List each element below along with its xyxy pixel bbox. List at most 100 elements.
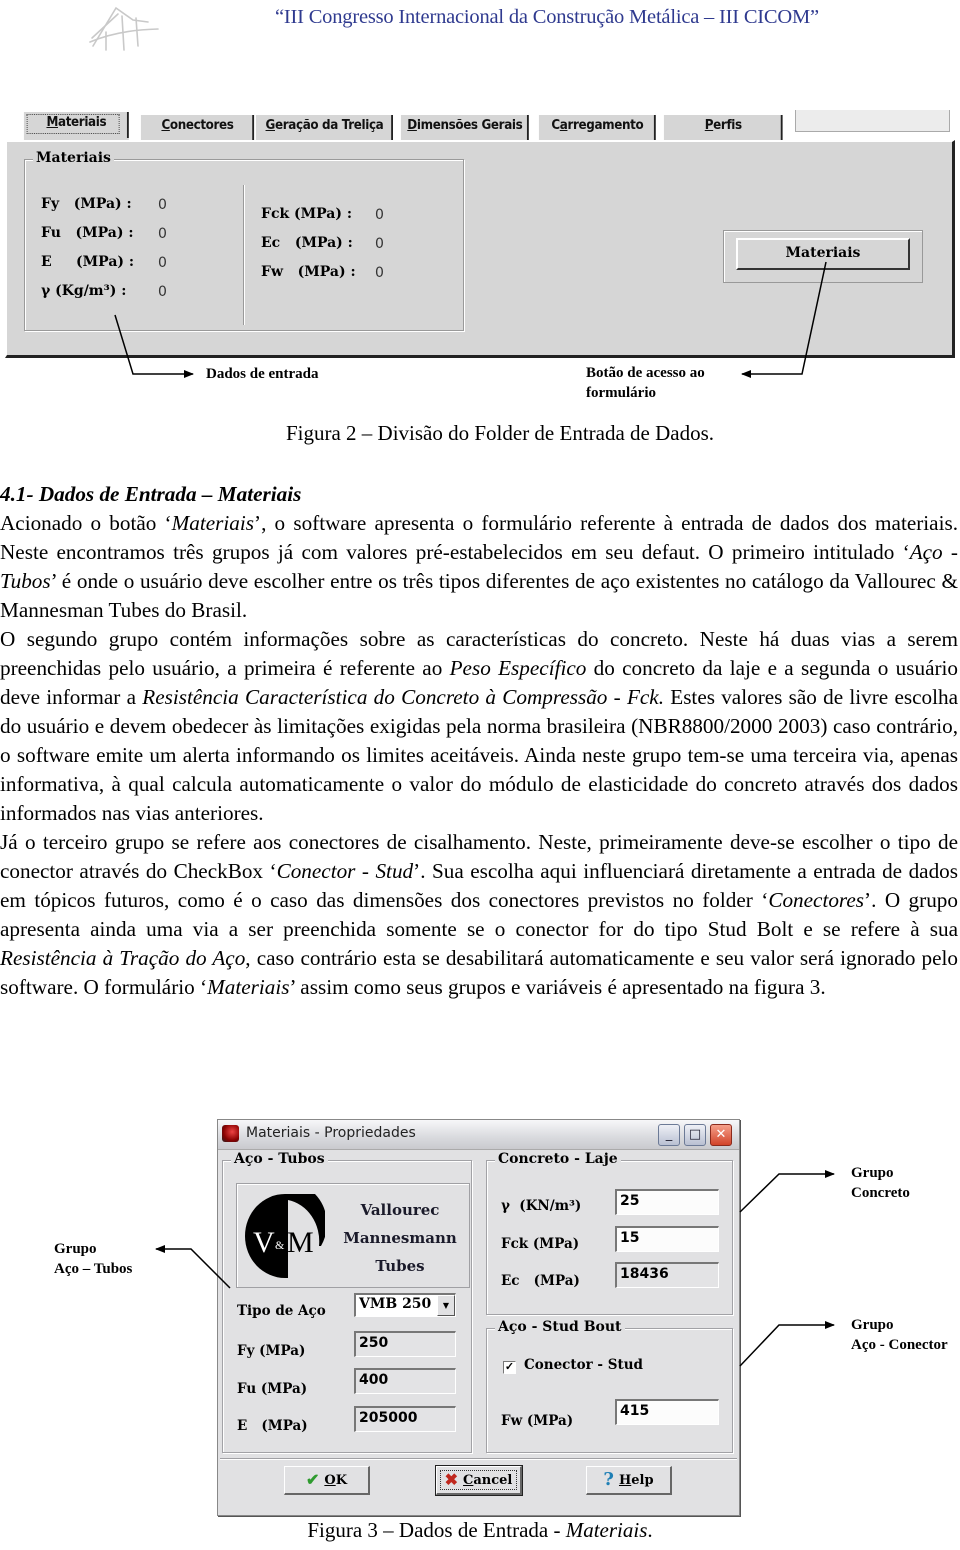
vm-logo-panel: V & M Vallourec Mannesmann Tubes (236, 1183, 470, 1288)
close-button[interactable]: ✕ (710, 1124, 732, 1146)
accel-key: P (704, 118, 714, 133)
tab-dimensoes-gerais[interactable]: Dimensões Gerais (400, 113, 529, 141)
accel-key: a (559, 118, 568, 133)
materiais-button[interactable]: Materiais (736, 238, 910, 270)
tipo-de-aco-select[interactable]: VMB 250 ▼ (354, 1293, 456, 1317)
annotation-botao-acesso: Botão de acesso ao formulário (586, 363, 705, 403)
annotation-line: Botão de acesso ao (586, 365, 705, 381)
selected-value: VMB 250 (359, 1296, 432, 1312)
label-fy: Fy (MPa) : (41, 196, 132, 212)
title-bar[interactable]: Materiais - Propriedades _ □ ✕ (218, 1120, 739, 1150)
section-heading: 4.1- Dados de Entrada – Materiais (0, 482, 302, 506)
annotation-grupo-aco-conector: Grupo Aço - Conector (851, 1315, 948, 1355)
paragraph-1: Acionado o botão ‘Materiais’, o software… (0, 509, 958, 625)
gamma-field[interactable]: 25 (615, 1189, 719, 1215)
e-field[interactable]: 205000 (354, 1406, 456, 1432)
tab-separator (252, 115, 255, 141)
fu-field[interactable]: 400 (354, 1368, 456, 1394)
checkbox-label[interactable]: Conector - Stud (524, 1357, 643, 1373)
text-run: ’ é onde o usuário deve escolher entre o… (0, 569, 958, 622)
emphasis: Materiais (207, 975, 290, 999)
figure-2-folder-screenshot: Materiais Conectores Geração da Treliça … (5, 110, 955, 360)
tab-strip-filler (795, 110, 950, 132)
group-title: Materiais (33, 150, 114, 166)
body-text: 4.1- Dados de Entrada – Materiais Aciona… (0, 480, 958, 1002)
fck-field[interactable]: 15 (615, 1226, 719, 1252)
annotation-line: Grupo (54, 1241, 97, 1257)
value-gamma: 0 (158, 284, 167, 300)
minimize-button[interactable]: _ (658, 1124, 680, 1146)
caption-text: Figura 3 – Dados de Entrada - (307, 1518, 566, 1542)
value-e: 0 (158, 255, 167, 271)
ec-field[interactable]: 18436 (615, 1262, 719, 1288)
accel-key: O (324, 1473, 336, 1488)
window-title: Materiais - Propriedades (246, 1125, 416, 1141)
focus-rect (26, 114, 120, 134)
fy-field[interactable]: 250 (354, 1331, 456, 1357)
label-fck: Fck (MPa) : (261, 206, 353, 222)
conector-stud-checkbox[interactable]: ✓ (503, 1361, 516, 1374)
text-run: Acionado o botão ‘ (0, 511, 172, 535)
help-button[interactable]: ? Help (586, 1466, 672, 1495)
label-fu: Fu (MPa) (237, 1381, 308, 1397)
focus-rect (440, 1470, 517, 1490)
value-ec: 0 (375, 236, 384, 252)
tab-conectores[interactable]: Conectores (140, 113, 255, 141)
text-run: ’ assim como seus grupos e variáveis é a… (289, 975, 826, 999)
emphasis: Conector - Stud (276, 859, 414, 883)
tab-separator (780, 115, 783, 141)
label-gamma: γ (KN/m³) (501, 1198, 582, 1214)
value-fu: 0 (158, 226, 167, 242)
arrow-grupo-concreto (739, 1170, 835, 1213)
tab-label: Dimensões Gerais (407, 118, 523, 133)
company-line: Vallourec (360, 1201, 440, 1219)
vm-logo-icon: V & M (245, 1194, 325, 1278)
emphasis: Materiais (171, 511, 255, 535)
annotation-dados-de-entrada: Dados de entrada (206, 366, 319, 382)
label-tipo-de-aco: Tipo de Aço (237, 1303, 326, 1319)
cancel-button[interactable]: ✖ Cancel (435, 1465, 523, 1496)
label-ec: Ec (MPa) : (261, 235, 353, 251)
figure-3-caption: Figura 3 – Dados de Entrada - Materiais. (0, 1518, 960, 1543)
tab-carregamento[interactable]: Carregamento (538, 113, 656, 141)
group-materiais: Materiais Fy (MPa) : 0 Fu (MPa) : 0 E (M… (24, 150, 464, 331)
company-name: Vallourec Mannesmann Tubes (335, 1196, 465, 1280)
annotation-line: Grupo (851, 1317, 894, 1333)
fw-field[interactable]: 415 (615, 1399, 719, 1425)
value-fw: 0 (375, 265, 384, 281)
svg-text:&: & (275, 1238, 285, 1252)
company-line: Tubes (375, 1257, 425, 1275)
button-separator (220, 1458, 737, 1460)
arrow-grupo-aco-conector (739, 1321, 835, 1367)
annotation-line: Aço - Conector (851, 1337, 948, 1353)
label-e: E (MPa) : (41, 254, 135, 270)
group-title: Aço - Stud Bout (495, 1319, 625, 1335)
annotation-line: Concreto (851, 1185, 910, 1201)
tab-geracao-da-trelica[interactable]: Geração da Treliça (255, 113, 393, 141)
tab-separator (526, 115, 529, 141)
emphasis: Conectores (768, 888, 865, 912)
label-fw: Fw (MPa) (501, 1413, 574, 1429)
accel-key: C (161, 118, 170, 133)
caption-emphasis: Materiais (565, 1518, 648, 1542)
button-label: elp (631, 1473, 654, 1488)
label-e: E (MPa) (237, 1418, 308, 1434)
group-aco-stud-bout: Aço - Stud Bout ✓ Conector - Stud Fw (MP… (486, 1319, 733, 1453)
label-fw: Fw (MPa) : (261, 264, 356, 280)
question-icon: ? (603, 1469, 614, 1490)
check-icon: ✔ (305, 1470, 320, 1489)
annotation-grupo-concreto: Grupo Concreto (851, 1163, 910, 1203)
label-gamma: γ (Kg/m³) : (41, 283, 127, 299)
tab-materiais[interactable]: Materiais (23, 110, 129, 140)
materiais-propriedades-dialog: Materiais - Propriedades _ □ ✕ Aço - Tub… (217, 1119, 740, 1516)
tab-label: Conectores (161, 118, 234, 133)
value-fck: 0 (375, 207, 384, 223)
maximize-button[interactable]: □ (684, 1124, 706, 1146)
label-fy: Fy (MPa) (237, 1343, 306, 1359)
button-label: K (335, 1473, 348, 1488)
tab-perfis[interactable]: Perfis (663, 113, 783, 141)
ok-button[interactable]: ✔ OK (284, 1466, 370, 1495)
chevron-down-icon[interactable]: ▼ (437, 1295, 455, 1316)
tab-separator (126, 112, 129, 138)
group-aco-tubos: Aço - Tubos V & M Vallourec Mannesmann T… (222, 1151, 472, 1453)
